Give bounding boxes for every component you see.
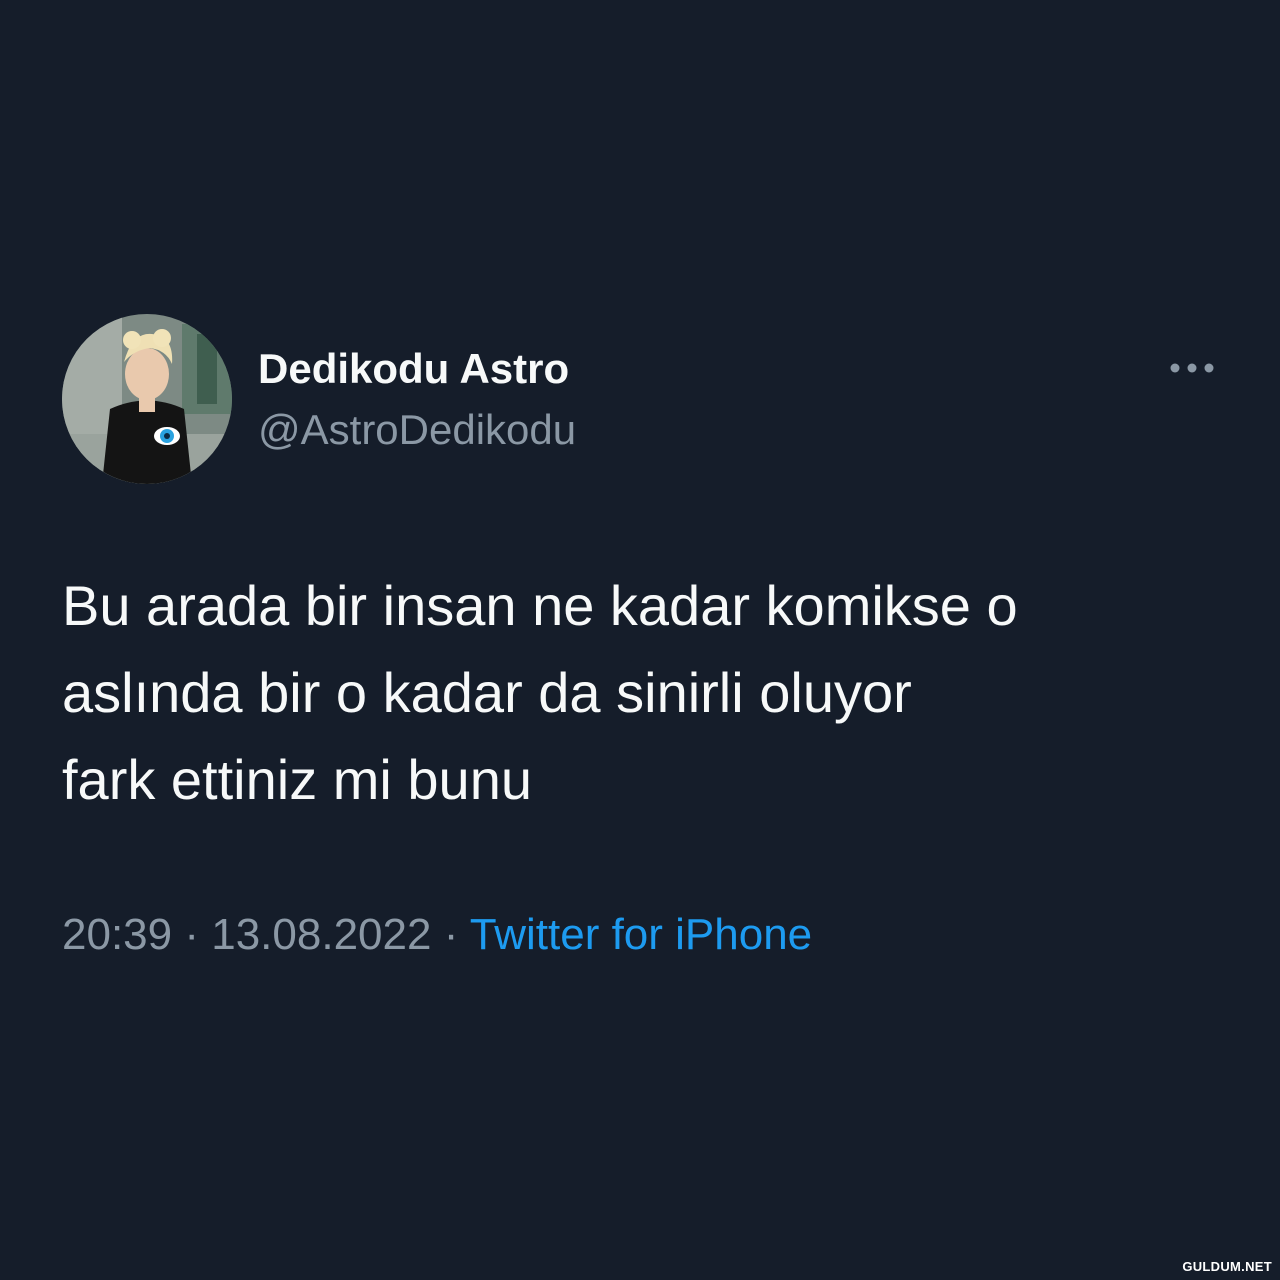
tweet-card: Dedikodu Astro @AstroDedikodu Bu arada b… [0,0,1280,1280]
tweet-text: Bu arada bir insan ne kadar komikse o as… [62,562,1232,823]
ellipsis-icon [1170,363,1214,373]
tweet-text-line: Bu arada bir insan ne kadar komikse o [62,574,1018,637]
tweet-metadata: 20:39 · 13.08.2022 · Twitter for iPhone [62,907,812,963]
avatar[interactable] [62,314,232,484]
meta-separator: · [184,910,199,959]
author-handle[interactable]: @AstroDedikodu [258,404,576,456]
more-options-button[interactable] [1160,350,1224,386]
meta-separator: · [443,910,459,959]
author-display-name[interactable]: Dedikodu Astro [258,343,569,395]
tweet-time[interactable]: 20:39 [62,910,172,959]
tweet-date[interactable]: 13.08.2022 [211,910,431,959]
tweet-text-line: fark ettiniz mi bunu [62,748,532,811]
profile-photo-icon [62,314,232,484]
tweet-text-line: aslında bir o kadar da sinirli oluyor [62,661,912,724]
watermark: GULDUM.NET [1182,1259,1272,1274]
tweet-source-link[interactable]: Twitter for iPhone [470,910,812,959]
